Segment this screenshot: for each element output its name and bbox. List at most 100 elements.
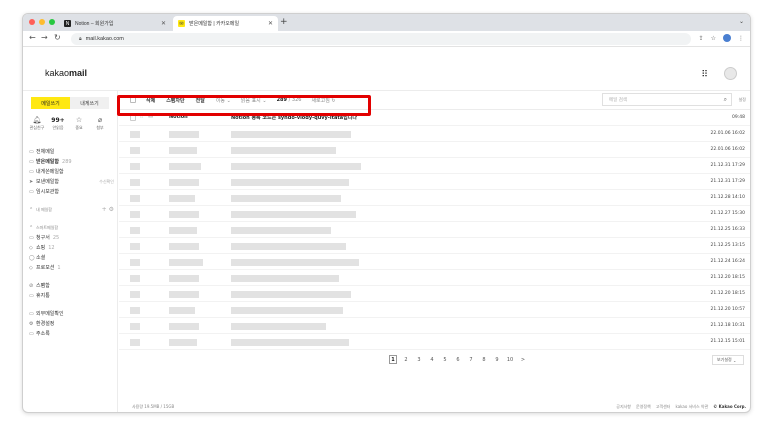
external-mail-icon: ▭	[29, 310, 34, 317]
page-3[interactable]: 3	[415, 355, 423, 364]
mail-row[interactable]: 21.12.25 16:33	[119, 223, 750, 238]
logo-text: kakao	[45, 68, 70, 78]
footer-link-policy[interactable]: 운영정책	[636, 404, 651, 410]
page-2[interactable]: 2	[402, 355, 410, 364]
read-receipt-link[interactable]: 수신확인	[99, 179, 114, 185]
redacted-block	[231, 339, 349, 346]
reload-icon[interactable]: ↻	[54, 33, 61, 42]
sidebar-item-settings[interactable]: ⚙ 환경설정	[29, 319, 114, 328]
mail-row[interactable]: 21.12.28 14:10	[119, 191, 750, 206]
mail-row[interactable]: 21.12.25 13:15	[119, 239, 750, 254]
sidebar-item-external-mail[interactable]: ▭ 외부메일확인	[29, 309, 114, 318]
quick-unread[interactable]: 99+ 안읽음	[50, 116, 66, 131]
my-folders-header[interactable]: ⌃ 내 메일함 + ⚙	[29, 205, 114, 214]
sidebar-item-label: 전체메일	[36, 149, 55, 155]
mail-date: 21.12.28 14:10	[710, 195, 745, 200]
forward-icon[interactable]: →	[41, 33, 48, 42]
share-icon[interactable]: ⇪	[699, 35, 704, 42]
redacted-block	[130, 195, 140, 202]
mail-row[interactable]: 21.12.20 18:15	[119, 287, 750, 302]
quick-favorite-friends[interactable]: 🔔︎ 관심친구	[29, 116, 45, 131]
close-tab-icon[interactable]: ✕	[161, 20, 166, 27]
view-settings-dropdown[interactable]: 보기설정 ⌄	[712, 355, 744, 365]
lock-icon: 🔒︎	[79, 36, 82, 42]
quick-attachment[interactable]: ⌀ 첨부	[92, 116, 108, 131]
sidebar-item-sent[interactable]: ➤ 보낸메일함 수신확인	[29, 177, 114, 186]
page-5[interactable]: 5	[441, 355, 449, 364]
maximize-window-button[interactable]	[49, 19, 55, 25]
sidebar-item-label: 환경설정	[36, 321, 55, 327]
sidebar-item-social[interactable]: ◯ 소셜	[29, 253, 114, 262]
page-1[interactable]: 1	[389, 355, 397, 364]
mail-row[interactable]: 21.12.15 15:01	[119, 335, 750, 350]
sidebar-item-all-mail[interactable]: ▭ 전체메일	[29, 147, 114, 156]
sidebar-item-inbox[interactable]: ▭ 받은메일함 289	[29, 157, 114, 166]
kakaomail-logo[interactable]: kakaomail	[45, 68, 87, 78]
redacted-block	[231, 243, 346, 250]
mail-row[interactable]: 21.12.27 15:30	[119, 207, 750, 222]
mail-row[interactable]: 21.12.24 16:24	[119, 255, 750, 270]
page-8[interactable]: 8	[480, 355, 488, 364]
profile-avatar[interactable]	[723, 34, 731, 42]
redacted-block	[130, 211, 140, 218]
mail-row[interactable]: 21.12.20 10:57	[119, 303, 750, 318]
sidebar-item-drafts[interactable]: ▭ 임시보관함	[29, 187, 114, 196]
footer-link-support[interactable]: 고객센터	[656, 404, 671, 410]
sidebar-item-self-mail[interactable]: ▭ 내게쓴메일함	[29, 167, 114, 176]
minimize-window-button[interactable]	[39, 19, 45, 25]
sidebar-item-label: 쇼핑	[36, 245, 46, 251]
search-placeholder: 메일 검색	[609, 97, 627, 103]
redacted-block	[169, 307, 195, 314]
quick-important[interactable]: ☆ 중요	[71, 116, 87, 131]
chevron-up-icon: ⌃	[29, 206, 34, 213]
mail-row[interactable]: 21.12.31 17:29	[119, 175, 750, 190]
sidebar-item-bills[interactable]: ▭ 청구서 25	[29, 233, 114, 242]
search-icon[interactable]: ⌕	[724, 96, 727, 104]
user-avatar[interactable]	[724, 67, 737, 80]
kebab-menu-icon[interactable]: ⋮	[738, 35, 744, 42]
mail-date: 21.12.15 15:01	[710, 339, 745, 344]
draft-icon: ▭	[29, 188, 34, 195]
mail-search-box[interactable]: 메일 검색 ⌕	[602, 93, 732, 106]
mail-row[interactable]: 21.12.31 17:29	[119, 159, 750, 174]
sidebar-item-shopping[interactable]: ◇ 쇼핑 12	[29, 243, 114, 252]
tab-kakaomail[interactable]: ✉ 받은메일함 | 카카오메일 ✕	[173, 16, 278, 31]
browser-window: N Notion – 회원가입 ✕ ✉ 받은메일함 | 카카오메일 ✕ + ⌄ …	[22, 13, 751, 413]
address-bar[interactable]: 🔒︎ mail.kakao.com	[71, 33, 691, 45]
footer-link-notice[interactable]: 공지사항	[616, 404, 631, 410]
chevron-down-icon[interactable]: ⌄	[739, 18, 744, 25]
apps-grid-icon[interactable]: ⠿	[701, 70, 708, 80]
sidebar-item-promotion[interactable]: ◇ 프로모션 1	[29, 263, 114, 272]
page-6[interactable]: 6	[454, 355, 462, 364]
unread-count-number: 99+	[51, 117, 65, 124]
tab-notion[interactable]: N Notion – 회원가입 ✕	[59, 16, 171, 31]
redacted-block	[169, 163, 201, 170]
page-7[interactable]: 7	[467, 355, 475, 364]
page-4[interactable]: 4	[428, 355, 436, 364]
bookmark-star-icon[interactable]: ☆	[711, 35, 716, 42]
write-to-self-button[interactable]: 내게쓰기	[70, 97, 109, 109]
sidebar-item-contacts[interactable]: ▭ 주소록	[29, 329, 114, 338]
page-9[interactable]: 9	[493, 355, 501, 364]
mail-row[interactable]: 21.12.20 18:15	[119, 271, 750, 286]
redacted-block	[130, 131, 140, 138]
new-tab-button[interactable]: +	[280, 17, 288, 27]
mail-row[interactable]: 22.01.06 16:02	[119, 127, 750, 142]
mail-date: 21.12.24 16:24	[710, 259, 745, 264]
mail-row[interactable]: 21.12.18 10:31	[119, 319, 750, 334]
footer-link-terms[interactable]: kakao 서비스 약관	[675, 404, 708, 410]
sidebar-item-spam[interactable]: ⊘ 스팸함	[29, 281, 114, 290]
logo-bold-text: mail	[69, 68, 88, 78]
smart-folders-header[interactable]: ⌃ 스마트메일함	[29, 223, 114, 232]
add-folder-icon[interactable]: + ⚙	[102, 206, 114, 213]
close-window-button[interactable]	[29, 19, 35, 25]
page-10[interactable]: 10	[506, 355, 514, 364]
close-tab-icon[interactable]: ✕	[268, 20, 273, 27]
next-page-button[interactable]: >	[519, 355, 527, 364]
redacted-block	[169, 339, 197, 346]
compose-button[interactable]: 메일쓰기	[31, 97, 70, 109]
list-settings-button[interactable]: 설정	[739, 97, 746, 103]
mail-row[interactable]: 22.01.06 16:02	[119, 143, 750, 158]
back-icon[interactable]: ←	[29, 33, 36, 42]
sidebar-item-trash[interactable]: ▭ 휴지통	[29, 291, 114, 300]
